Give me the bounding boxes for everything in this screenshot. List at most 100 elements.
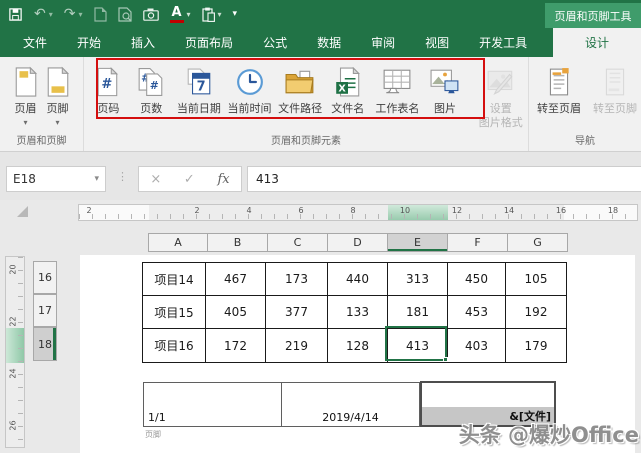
customize-qat-icon[interactable]: ▾ [233,4,238,24]
footer-center-section[interactable]: 2019/4/14 [282,383,419,426]
name-box-value: E18 [13,172,36,186]
cell-f18[interactable]: 403 [448,329,506,362]
cell-a16[interactable]: 项目14 [143,263,206,296]
footer-section-left-center: 1/1 2019/4/14 [143,382,420,427]
camera-icon[interactable] [142,4,159,24]
row-header-18-selected[interactable]: 18 [33,327,57,361]
table-row: 项目15 405 377 133 181 453 192 [143,296,566,329]
fill-handle[interactable] [443,357,448,362]
cell-e17[interactable]: 181 [388,296,448,329]
footer-area-label: 页脚 [145,430,161,439]
svg-text:7: 7 [197,80,206,95]
file-path-button[interactable]: 文件路径 [275,61,326,116]
cell-f17[interactable]: 453 [448,296,506,329]
format-picture-icon [486,65,516,99]
print-preview-icon[interactable] [117,4,132,24]
enter-button[interactable]: ✓ [184,172,195,187]
font-color-icon[interactable]: A [169,4,191,24]
goto-footer-button: 转至页脚 [589,61,641,116]
cell-a18[interactable]: 项目16 [143,329,206,362]
cell-d18[interactable]: 128 [328,329,388,362]
file-name-button[interactable]: X 文件名 [325,61,370,116]
column-headers: A B C D E F G [148,233,568,252]
header-button[interactable]: 页眉 ▾ [13,61,39,127]
tab-design-active[interactable]: 设计 [553,28,641,57]
footer-left-section[interactable]: 1/1 [144,383,282,426]
column-header-c[interactable]: C [268,233,328,252]
cell-c17[interactable]: 377 [266,296,328,329]
goto-header-icon [547,65,571,99]
cell-b17[interactable]: 405 [206,296,266,329]
active-cell-border [385,326,448,362]
vertical-ruler[interactable]: 20 22 24 26 [5,256,25,448]
cell-d16[interactable]: 440 [328,263,388,296]
cell-g17[interactable]: 192 [506,296,566,329]
sheet-name-button[interactable]: 工作表名 [370,61,424,116]
file-name-icon: X [335,65,361,99]
cancel-button[interactable]: × [150,172,161,187]
cell-g16[interactable]: 105 [506,263,566,296]
undo-icon[interactable]: ↶ [34,4,53,24]
column-header-f[interactable]: F [448,233,508,252]
table-row: 项目14 467 173 440 313 450 105 [143,263,566,296]
row-header-17[interactable]: 17 [33,294,57,327]
tab-insert[interactable]: 插入 [116,28,170,57]
number-of-pages-icon: # # [137,65,165,99]
formula-input[interactable]: 413 [247,166,641,192]
group-navigation: 转至页眉 转至页脚 导航 [529,57,641,151]
tab-review[interactable]: 审阅 [356,28,410,57]
tab-view[interactable]: 视图 [410,28,464,57]
picture-icon [430,65,460,99]
cell-d17[interactable]: 133 [328,296,388,329]
header-page-icon [13,65,39,99]
worksheet-area: 2 2 4 6 8 10 12 14 16 18 A B C D E F G 2… [0,200,641,453]
horizontal-ruler[interactable]: 2 2 4 6 8 10 12 14 16 18 [78,204,638,221]
page-number-button[interactable]: # 页码 [88,61,129,116]
ruler-ticks [79,214,637,219]
paste-icon[interactable] [201,4,222,24]
column-header-a[interactable]: A [148,233,208,252]
save-icon[interactable] [8,4,23,24]
cell-e16[interactable]: 313 [388,263,448,296]
insert-function-button[interactable]: fx [217,172,229,187]
row-header-16[interactable]: 16 [33,261,57,294]
cell-c16[interactable]: 173 [266,263,328,296]
tab-page-layout[interactable]: 页面布局 [170,28,248,57]
page-corner-icon [17,206,28,217]
goto-header-button[interactable]: 转至页眉 [533,61,585,116]
ribbon-tab-bar: 文件 开始 插入 页面布局 公式 数据 审阅 视图 开发工具 设计 [0,28,641,57]
group-label-header-footer: 页眉和页脚 [16,136,67,147]
current-time-button[interactable]: 当前时间 [224,61,275,116]
cell-b18[interactable]: 172 [206,329,266,362]
formula-bar-grip: ⋮ [117,170,128,183]
column-header-g[interactable]: G [508,233,568,252]
number-of-pages-button[interactable]: # # 页数 [129,61,174,116]
footer-date: 2019/4/14 [322,411,379,424]
group-label-navigation: 导航 [575,136,595,147]
new-document-icon[interactable] [93,4,107,24]
name-box[interactable]: E18 ▾ [6,166,106,192]
tab-data[interactable]: 数据 [302,28,356,57]
cell-f16[interactable]: 450 [448,263,506,296]
cell-c18[interactable]: 219 [266,329,328,362]
column-header-d[interactable]: D [328,233,388,252]
tab-developer[interactable]: 开发工具 [464,28,542,57]
picture-button[interactable]: 图片 [425,61,466,116]
group-hf-elements: # 页码 # # 页数 7 当前日期 当前时间 文件路径 X 文件名 工作表名 … [84,57,529,151]
chevron-down-icon[interactable]: ▾ [94,174,99,184]
tab-home[interactable]: 开始 [62,28,116,57]
formula-buttons: × ✓ fx [138,166,242,192]
redo-icon[interactable]: ↷ [64,4,83,24]
footer-button[interactable]: 页脚 ▾ [45,61,71,127]
column-header-e-selected[interactable]: E [388,233,448,252]
cell-g18[interactable]: 179 [506,329,566,362]
current-date-button[interactable]: 7 当前日期 [174,61,225,116]
group-header-footer: 页眉 ▾ 页脚 ▾ 页眉和页脚 [0,57,84,151]
footer-page-number: 1/1 [148,411,166,424]
tab-formulas[interactable]: 公式 [248,28,302,57]
column-header-b[interactable]: B [208,233,268,252]
cell-b16[interactable]: 467 [206,263,266,296]
ruler-ticks [18,257,23,447]
tab-file[interactable]: 文件 [8,28,62,57]
cell-a17[interactable]: 项目15 [143,296,206,329]
